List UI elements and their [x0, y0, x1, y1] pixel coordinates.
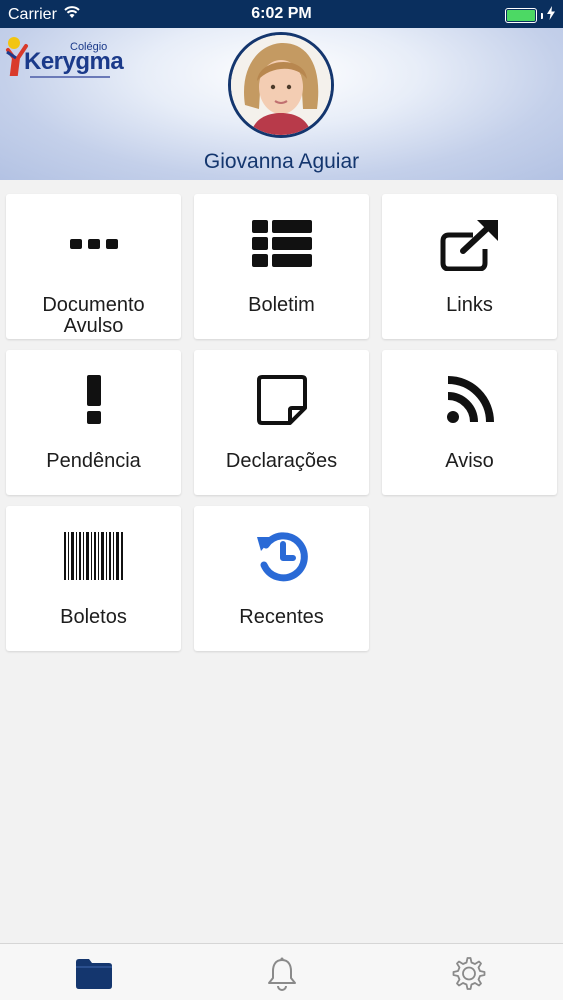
sticky-note-icon [194, 370, 369, 430]
logo-tagline-line [30, 76, 110, 78]
menu-tile-pendencia[interactable]: Pendência [6, 350, 181, 495]
student-name: Giovanna Aguiar [203, 150, 360, 173]
tab-documents[interactable] [74, 956, 114, 992]
tile-label: Boletos [60, 606, 127, 628]
battery-icon [505, 8, 537, 23]
gear-icon [452, 957, 486, 990]
menu-tile-aviso[interactable]: Aviso [382, 350, 557, 495]
battery-level [507, 10, 535, 21]
external-link-icon [382, 214, 557, 274]
bell-icon [268, 957, 296, 991]
logo-name: Kerygma [24, 48, 124, 75]
battery-tip [541, 12, 543, 19]
menu-tile-recentes[interactable]: Recentes [194, 506, 369, 651]
rss-icon [382, 370, 557, 430]
tile-label: Declarações [225, 450, 338, 472]
menu-tile-declaracoes[interactable]: Declarações [194, 350, 369, 495]
menu-tile-documento-avulso[interactable]: Documento Avulso [6, 194, 181, 339]
ellipsis-icon [6, 214, 181, 274]
tile-label-line2: Avulso [63, 315, 124, 337]
school-logo: Colégio Kerygma [4, 32, 124, 82]
history-icon [194, 526, 369, 586]
menu-tile-links[interactable]: Links [382, 194, 557, 339]
charging-bolt-icon [547, 6, 555, 25]
folder-icon [76, 959, 112, 989]
tab-settings[interactable] [449, 956, 489, 992]
tile-label: Boletim [248, 294, 315, 316]
tab-bar [0, 943, 563, 1000]
tile-label: Documento Avulso [6, 295, 181, 337]
tile-label: Aviso [445, 450, 494, 472]
clock: 6:02 PM [251, 5, 312, 22]
tile-label: Recentes [239, 606, 324, 628]
exclamation-icon [6, 370, 181, 430]
tab-notifications[interactable] [262, 956, 302, 992]
profile-header: Colégio Kerygma Giovanna Aguiar [0, 28, 563, 180]
tile-label: Pendência [46, 450, 141, 472]
list-icon [194, 214, 369, 274]
avatar[interactable] [228, 32, 334, 138]
student-photo-icon [231, 35, 331, 135]
menu-tile-boletos[interactable]: Boletos [6, 506, 181, 651]
battery-area [505, 6, 555, 25]
tile-label: Links [446, 294, 493, 316]
menu-tile-boletim[interactable]: Boletim [194, 194, 369, 339]
status-bar: Carrier 6:02 PM [0, 0, 563, 28]
tile-label-line1: Documento [42, 294, 145, 316]
barcode-icon [6, 526, 181, 586]
